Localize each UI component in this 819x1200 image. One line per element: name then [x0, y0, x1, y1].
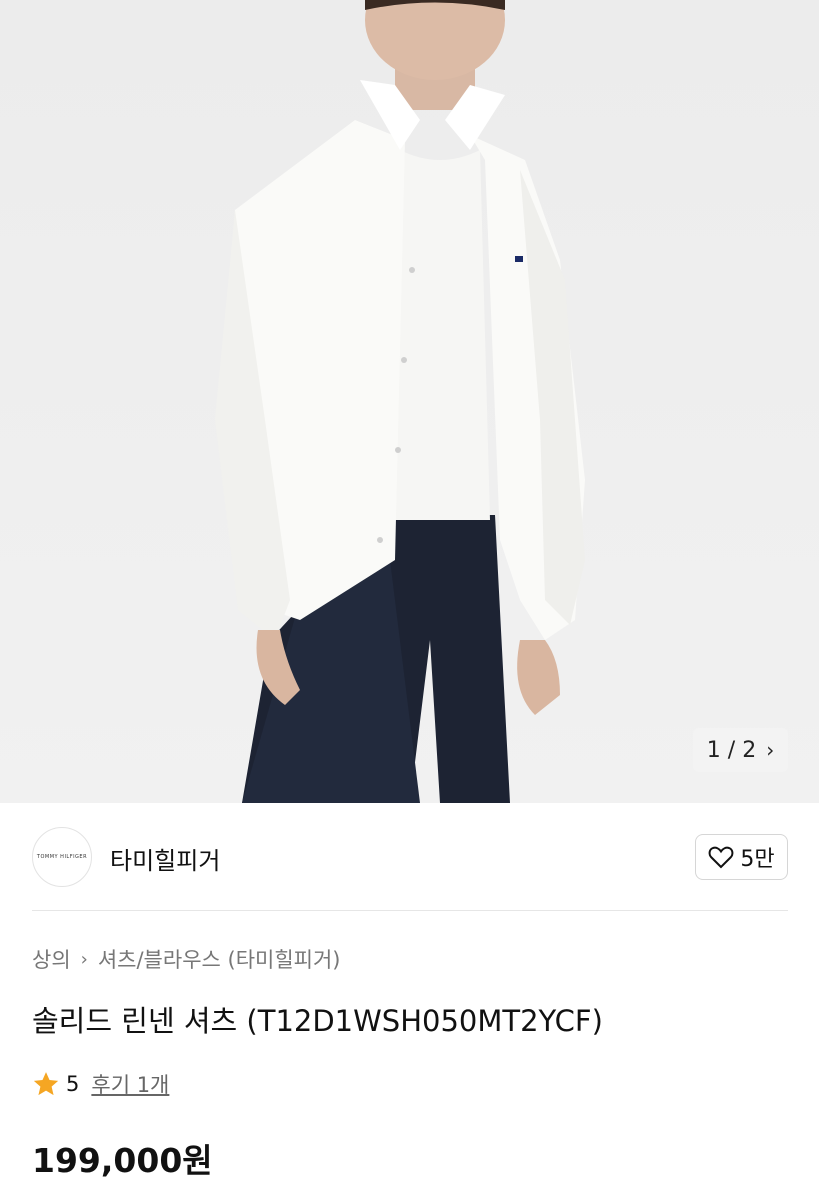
product-title: 솔리드 린넨 셔츠 (T12D1WSH050MT2YCF)	[32, 1004, 603, 1038]
brand-name[interactable]: 타미힐피거	[110, 841, 220, 876]
product-photo	[215, 0, 585, 803]
breadcrumb: 상의 › 셔츠/블라우스 (타미힐피거)	[32, 944, 341, 974]
rating-value: 5	[66, 1072, 80, 1096]
brand-logo[interactable]: TOMMY HILFIGER	[32, 827, 92, 887]
brand-row: TOMMY HILFIGER 타미힐피거 5만	[0, 803, 819, 911]
chevron-right-icon[interactable]: ›	[766, 740, 774, 760]
heart-icon	[708, 846, 734, 869]
brand-logo-text: TOMMY HILFIGER	[36, 854, 88, 860]
star-icon	[33, 1072, 59, 1096]
review-link[interactable]: 후기 1개	[91, 1069, 169, 1099]
divider	[32, 910, 788, 911]
like-count: 5만	[740, 847, 775, 872]
pager-text: 1 / 2	[706, 737, 757, 763]
gallery-pager[interactable]: 1 / 2 ›	[693, 728, 788, 772]
product-price: 199,000원	[32, 1141, 213, 1180]
breadcrumb-item-subcategory[interactable]: 셔츠/블라우스 (타미힐피거)	[98, 944, 341, 974]
chevron-right-icon: ›	[80, 948, 88, 970]
product-image-gallery[interactable]: 1 / 2 ›	[0, 0, 819, 803]
rating-row: 5 후기 1개	[32, 1069, 169, 1099]
like-button[interactable]: 5만	[695, 834, 788, 880]
breadcrumb-item-category[interactable]: 상의	[32, 944, 71, 974]
